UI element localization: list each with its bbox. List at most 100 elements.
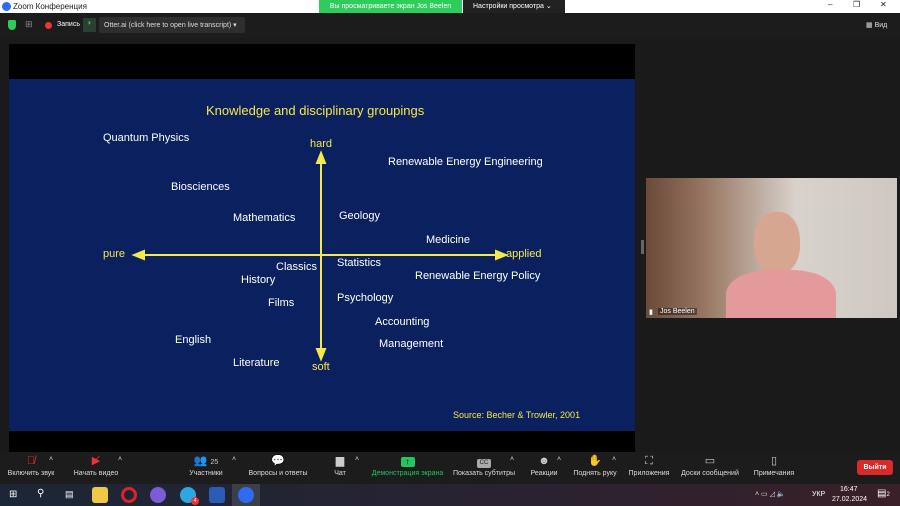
item-accounting: Accounting: [375, 316, 430, 328]
chat-icon: ▆: [335, 455, 345, 467]
share-screen-button[interactable]: ↑ Демонстрация экрана: [370, 452, 445, 484]
chat-button[interactable]: ▆ Чат: [330, 452, 350, 484]
grid-icon[interactable]: ⊞: [25, 19, 33, 30]
view-settings-label: Настройки просмотра: [473, 3, 544, 10]
apps-label: Приложения: [628, 470, 670, 477]
minimize-button[interactable]: –: [828, 0, 832, 9]
word-icon[interactable]: [209, 487, 225, 503]
meeting-top-toolbar: ⊞ Запись ◗ Otter.ai (click here to open …: [0, 13, 900, 38]
otter-dropdown[interactable]: Otter.ai (click here to open live transc…: [99, 17, 245, 33]
video-options[interactable]: ˄: [118, 456, 122, 466]
notifications-icon[interactable]: ▤2: [877, 488, 890, 499]
windows-taskbar: ⊞ ⚲ ▤ 4 ˄ ▭ ◿ 🔈 УКР 16:47 27.02.2024 ▤2: [0, 484, 900, 506]
participant-video[interactable]: ▮ Jos Beelen: [646, 178, 897, 318]
reactions-options[interactable]: ˄: [557, 456, 561, 466]
participants-button[interactable]: 👥 25 Участники: [186, 452, 226, 484]
share-label: Демонстрация экрана: [371, 470, 444, 477]
file-explorer-icon[interactable]: [92, 487, 108, 503]
axis-hard: hard: [310, 138, 333, 150]
participant-body: [726, 270, 836, 318]
shield-icon[interactable]: [8, 20, 16, 30]
view-button[interactable]: ▦ Вид: [866, 21, 887, 29]
reactions-icon: ☻: [538, 455, 550, 467]
participant-head: [754, 212, 800, 274]
item-psychology: Psychology: [337, 292, 394, 304]
start-video-button[interactable]: ▶̸ Начать видео: [70, 452, 122, 484]
telegram-icon[interactable]: 4: [180, 487, 199, 505]
axis-pure: pure: [103, 248, 126, 260]
item-mathematics: Mathematics: [233, 212, 296, 224]
participant-name: Jos Beelen: [658, 308, 697, 315]
item-management: Management: [379, 338, 444, 350]
participants-count: 25: [210, 459, 219, 466]
leave-label: Выйти: [863, 464, 887, 471]
otter-icon[interactable]: ◗: [83, 18, 96, 32]
whiteboard-icon: ▭: [704, 455, 716, 467]
axis-applied: applied: [506, 248, 542, 260]
sharing-banner: Вы просматриваете экран Jos Beelen: [319, 0, 462, 13]
captions-options[interactable]: ˄: [510, 456, 514, 466]
item-statistics: Statistics: [337, 257, 382, 269]
meeting-controls: 🎙̸ Включить звук ˄ ▶̸ Начать видео ˄ 👥 25 У…: [0, 452, 900, 484]
item-renewable-energy-engineering: Renewable Energy Engineering: [388, 156, 543, 168]
title-bar: Zoom Конференция Вы просматриваете экран…: [0, 0, 900, 13]
item-medicine: Medicine: [426, 234, 471, 246]
item-history: History: [241, 274, 276, 286]
notes-label: Примечания: [753, 470, 795, 477]
item-literature: Literature: [233, 357, 280, 369]
qa-button[interactable]: 💬 Вопросы и ответы: [247, 452, 309, 484]
notifications-badge: 2: [886, 492, 890, 498]
raise-hand-label: Поднять руку: [573, 470, 617, 477]
signal-icon: ▮: [649, 309, 653, 316]
unmute-label: Включить звук: [7, 470, 55, 477]
opera-icon[interactable]: [121, 487, 137, 503]
axis-soft: soft: [312, 361, 330, 373]
item-biosciences: Biosciences: [171, 181, 230, 193]
participants-icon: 👥: [193, 455, 208, 467]
language-indicator[interactable]: УКР: [812, 491, 825, 498]
clock-date[interactable]: 27.02.2024: [832, 496, 867, 503]
whiteboards-label: Доски сообщений: [681, 470, 739, 477]
item-renewable-energy-policy: Renewable Energy Policy: [415, 270, 541, 282]
maximize-button[interactable]: ❐: [853, 0, 860, 9]
start-icon[interactable]: ⊞: [9, 489, 17, 500]
panel-divider-handle[interactable]: [641, 240, 644, 254]
item-geology: Geology: [339, 210, 380, 222]
notes-icon: ▯: [770, 455, 778, 467]
participants-options[interactable]: ˄: [232, 456, 236, 466]
whiteboards-button[interactable]: ▭ Доски сообщений: [679, 452, 741, 484]
slide-source: Source: Becher & Trowler, 2001: [453, 410, 581, 420]
chat-options[interactable]: ˄: [355, 456, 359, 466]
tray-icons[interactable]: ˄ ▭ ◿ 🔈: [755, 490, 786, 498]
viber-icon[interactable]: [150, 487, 166, 503]
record-label[interactable]: Запись: [57, 21, 80, 28]
item-films: Films: [268, 297, 295, 309]
zoom-logo-icon: [2, 2, 11, 11]
leave-button[interactable]: Выйти: [857, 460, 893, 475]
arrow-right: [495, 249, 509, 261]
captions-button[interactable]: CC Показать субтитры: [452, 452, 516, 484]
notes-button[interactable]: ▯ Примечания: [752, 452, 796, 484]
video-label: Начать видео: [73, 470, 119, 477]
raise-hand-options[interactable]: ˄: [612, 456, 616, 466]
apps-icon: ⛶: [645, 455, 653, 467]
clock-time[interactable]: 16:47: [840, 486, 858, 493]
search-icon[interactable]: ⚲: [37, 488, 44, 499]
record-icon: [45, 22, 52, 29]
zoom-icon: [238, 487, 254, 503]
reactions-button[interactable]: ☻ Реакции: [529, 452, 559, 484]
view-settings-button[interactable]: Настройки просмотра ⌄: [463, 0, 565, 13]
slide: Knowledge and disciplinary groupings har…: [9, 79, 635, 431]
view-label: Вид: [874, 22, 888, 29]
chat-label: Чат: [334, 470, 346, 477]
zoom-taskbar-item[interactable]: [232, 484, 260, 506]
arrow-left: [131, 249, 145, 261]
apps-button[interactable]: ⛶ Приложения: [626, 452, 672, 484]
captions-label: Показать субтитры: [452, 470, 516, 477]
unmute-options[interactable]: ˄: [49, 456, 53, 466]
window-title: Zoom Конференция: [13, 2, 87, 11]
close-button[interactable]: ✕: [880, 0, 887, 9]
task-view-icon[interactable]: ▤: [65, 489, 74, 500]
reactions-label: Реакции: [530, 470, 558, 477]
otter-label: Otter.ai (click here to open live transc…: [104, 22, 232, 29]
